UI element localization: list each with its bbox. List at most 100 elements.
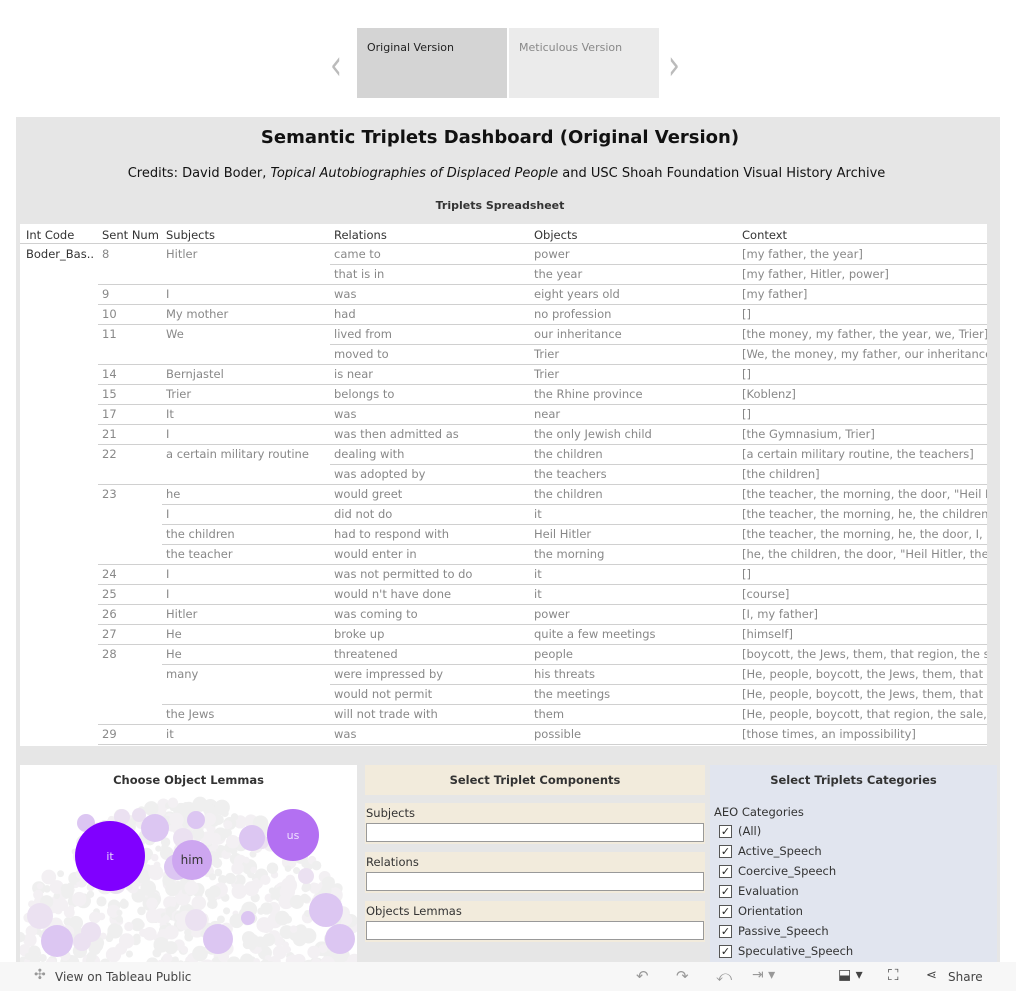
lemma-bubble[interactable] [242,856,250,864]
lemma-bubble[interactable] [266,862,279,874]
category-checkbox[interactable]: ✓ Passive_Speech [710,921,997,941]
lemma-bubble[interactable] [184,880,199,896]
relations-input[interactable] [366,872,704,891]
category-checkbox[interactable]: ✓ (All) [710,821,997,841]
lemma-bubble[interactable] [187,811,205,829]
lemma-bubble[interactable] [214,868,223,877]
lemma-bubble[interactable] [162,915,171,923]
tab-original-version[interactable]: Original Version [357,28,507,98]
checkbox-icon[interactable]: ✓ [719,844,732,858]
lemma-bubble[interactable] [191,827,205,840]
lemma-bubble[interactable] [145,908,161,923]
undo-icon[interactable]: ↶ [636,967,649,985]
lemma-bubble[interactable] [27,903,53,929]
lemma-bubble[interactable] [214,799,230,816]
lemma-bubble[interactable] [289,894,304,909]
share-button[interactable]: Share [948,970,983,984]
lemma-bubble[interactable] [54,906,63,915]
lemma-bubble[interactable] [164,925,179,940]
category-checkbox[interactable]: ✓ Active_Speech [710,841,997,861]
lemma-bubble[interactable] [206,900,215,909]
category-checkbox[interactable]: ✓ Evaluation [710,881,997,901]
lemma-bubble[interactable] [307,945,321,959]
lemma-bubble[interactable] [115,942,128,955]
lemma-bubble[interactable] [230,813,239,821]
col-relations[interactable]: Relations [334,228,387,242]
lemma-bubble[interactable] [125,950,133,958]
lemma-bubble[interactable] [284,865,292,872]
refresh-icon[interactable]: ⇥ ▾ [752,967,775,983]
lemma-bubble[interactable] [139,928,148,937]
lemma-bubble[interactable] [146,897,158,910]
bubble-chart[interactable]: it him us [20,787,357,962]
lemma-bubble[interactable] [223,907,231,915]
lemma-bubble[interactable] [260,902,273,915]
objects-lemmas-input[interactable] [366,921,704,940]
lemma-bubble[interactable] [185,909,207,931]
lemma-bubble[interactable] [311,860,322,871]
col-objects[interactable]: Objects [534,228,577,242]
lemma-bubble[interactable] [148,865,164,881]
lemma-bubble[interactable] [89,911,101,924]
lemma-bubble[interactable] [241,911,255,925]
lemma-bubble[interactable] [152,948,162,958]
lemma-bubble[interactable] [260,874,271,886]
lemma-bubble[interactable] [41,869,57,885]
lemma-bubble[interactable] [226,834,240,849]
lemma-bubble[interactable] [96,896,107,907]
lemma-bubble[interactable] [231,862,244,875]
lemma-bubble[interactable] [258,917,271,931]
lemma-bubble[interactable] [309,893,343,927]
lemma-bubble[interactable] [105,934,114,943]
view-on-tableau-link[interactable]: View on Tableau Public [55,970,191,984]
lemma-bubble[interactable] [63,907,75,918]
lemma-bubble[interactable] [124,921,134,932]
col-sent-num[interactable]: Sent Num [102,228,159,242]
lemma-bubble[interactable] [230,847,238,855]
lemma-bubble[interactable] [43,885,51,893]
lemma-bubble[interactable] [231,883,247,899]
lemma-bubble[interactable] [28,945,41,958]
lemma-bubble[interactable] [301,860,309,868]
lemma-bubble[interactable] [216,915,225,924]
lemma-bubble[interactable] [155,845,162,852]
lemma-bubble[interactable] [298,868,314,884]
checkbox-icon[interactable]: ✓ [719,864,732,878]
lemma-bubble[interactable] [57,870,65,878]
lemma-bubble[interactable] [116,909,123,916]
checkbox-icon[interactable]: ✓ [719,824,732,838]
lemma-bubble[interactable] [36,882,44,890]
lemma-bubble[interactable] [239,825,265,851]
lemma-bubble[interactable] [244,933,260,949]
lemma-bubble[interactable] [137,906,146,916]
subjects-input[interactable] [366,823,704,842]
checkbox-icon[interactable]: ✓ [719,944,732,958]
lemma-bubble[interactable] [208,885,221,898]
tab-meticulous-version[interactable]: Meticulous Version [509,28,659,98]
lemma-bubble[interactable] [140,880,157,896]
col-context[interactable]: Context [742,228,787,242]
category-checkbox[interactable]: ✓ Orientation [710,901,997,921]
col-int-code[interactable]: Int Code [26,228,74,242]
checkbox-icon[interactable]: ✓ [719,884,732,898]
lemma-bubble[interactable] [144,801,159,816]
lemma-bubble[interactable] [81,922,101,942]
category-checkbox[interactable]: ✓ Speculative_Speech [710,941,997,961]
lemma-bubble[interactable] [209,832,221,845]
lemma-bubble[interactable] [203,924,233,954]
download-icon[interactable]: ⬓ ▾ [838,967,863,983]
lemma-bubble[interactable] [224,872,236,885]
lemma-bubble[interactable] [270,893,278,900]
revert-icon[interactable]: ⤺ [716,967,732,985]
category-checkbox[interactable]: ✓ Coercive_Speech [710,861,997,881]
lemma-bubble[interactable] [141,814,169,842]
lemma-bubble[interactable] [151,853,159,862]
lemma-bubble[interactable] [223,820,233,830]
lemma-bubble[interactable] [325,924,355,954]
lemma-bubble[interactable] [38,954,47,962]
checkbox-icon[interactable]: ✓ [719,904,732,918]
lemma-bubble[interactable] [169,812,184,828]
lemma-bubble[interactable] [289,925,298,933]
lemma-bubble[interactable] [119,899,129,909]
lemma-bubble[interactable] [162,953,173,962]
